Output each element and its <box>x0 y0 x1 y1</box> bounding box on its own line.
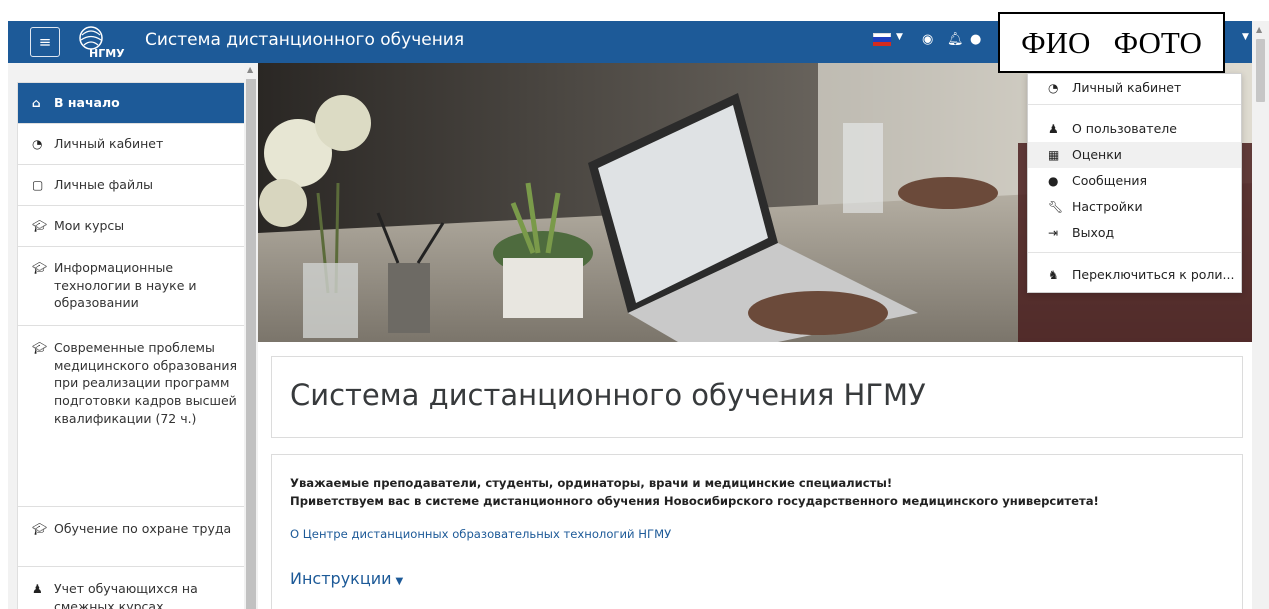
menu-item-messages[interactable]: ● Сообщения <box>1028 168 1241 194</box>
home-icon: ⌂ <box>32 96 41 110</box>
comment-icon[interactable]: ● <box>970 32 981 47</box>
site-title[interactable]: Система дистанционного обучения <box>145 30 464 50</box>
sidebar-item-label: Личный кабинет <box>54 136 164 151</box>
menu-item-label: О пользователе <box>1072 121 1177 136</box>
menu-item-label: Переключиться к роли... <box>1072 267 1235 282</box>
sidebar-item-course[interactable]: 🎓︎ Информационные технологии в науке и о… <box>18 247 253 326</box>
sidebar-item-my-courses[interactable]: 🎓︎ Мои курсы <box>18 206 253 247</box>
graduation-cap-icon: 🎓︎ <box>32 341 48 355</box>
sidebar-nav: ⌂ В начало ◔ Личный кабинет ▢ Личные фай… <box>17 82 254 609</box>
wrench-icon: 🔧︎ <box>1048 200 1064 214</box>
site-logo[interactable]: НГМУ <box>74 25 130 60</box>
sidebar-item-files[interactable]: ▢ Личные файлы <box>18 165 253 206</box>
user-icon: ♟ <box>32 582 43 596</box>
scroll-up-arrow-icon[interactable]: ▲ <box>247 65 253 74</box>
hamburger-icon[interactable]: ≡ <box>30 27 60 57</box>
graduation-cap-icon: 🎓︎ <box>32 261 48 275</box>
comment-icon: ● <box>1048 174 1059 188</box>
tachometer-icon: ◔ <box>32 137 43 151</box>
sidebar-item-label: В начало <box>54 95 120 110</box>
tachometer-icon: ◔ <box>1048 81 1059 95</box>
menu-item-label: Сообщения <box>1072 173 1148 188</box>
sidebar-item-label: Учет обучающихся на смежных курсах <box>54 581 198 609</box>
menu-item-preferences[interactable]: 🔧︎ Настройки <box>1028 194 1241 220</box>
caret-down-icon: ▼ <box>395 576 404 587</box>
sidebar-item-label: Обучение по охране труда <box>54 521 232 536</box>
welcome-line-2: Приветствуем вас в системе дистанционног… <box>290 494 1099 508</box>
welcome-line-1: Уважаемые преподаватели, студенты, ордин… <box>290 476 893 490</box>
sidebar-item-label: Мои курсы <box>54 218 125 233</box>
sidebar-item-label: Информационные технологии в науке и обра… <box>54 260 197 311</box>
menu-item-label: Оценки <box>1072 147 1122 162</box>
file-icon: ▢ <box>32 178 44 192</box>
graduation-cap-icon: 🎓︎ <box>32 219 48 233</box>
menu-divider <box>1028 252 1241 253</box>
menu-item-switch-role[interactable]: ♞ Переключиться к роли... <box>1028 262 1241 288</box>
sidebar-item-course[interactable]: 🎓︎ Современные проблемы медицинского обр… <box>18 326 253 507</box>
user-secret-icon: ♞ <box>1048 268 1059 282</box>
user-icon: ♟ <box>1048 122 1059 136</box>
sidebar-scrollbar-thumb[interactable] <box>246 79 256 609</box>
menu-divider <box>1028 104 1241 105</box>
logo-text: НГМУ <box>89 47 125 59</box>
graduation-cap-icon: 🎓︎ <box>32 522 48 536</box>
scroll-up-arrow-icon[interactable]: ▲ <box>1256 25 1262 34</box>
sidebar-item-enrollment[interactable]: ♟ Учет обучающихся на смежных курсах <box>18 567 253 609</box>
menu-item-logout[interactable]: ⇥ Выход <box>1028 220 1241 246</box>
sidebar-item-label: Личные файлы <box>54 177 153 192</box>
sidebar-item-dashboard[interactable]: ◔ Личный кабинет <box>18 124 253 165</box>
menu-item-label: Выход <box>1072 225 1115 240</box>
menu-item-grades[interactable]: ▦ Оценки <box>1028 142 1241 168</box>
user-dropdown-menu: ◔ Личный кабинет ♟ О пользователе ▦ Оцен… <box>1027 73 1242 293</box>
menu-item-dashboard[interactable]: ◔ Личный кабинет <box>1028 75 1241 101</box>
sign-out-icon: ⇥ <box>1048 226 1059 240</box>
language-caret-icon[interactable]: ▼ <box>896 32 903 42</box>
menu-item-label: Личный кабинет <box>1072 80 1182 95</box>
sidebar-item-label: Современные проблемы медицинского образо… <box>54 340 238 426</box>
sidebar-scrollbar[interactable]: ▲ <box>244 63 258 609</box>
table-icon: ▦ <box>1048 148 1060 162</box>
instructions-toggle[interactable]: Инструкции ▼ <box>290 569 403 588</box>
bell-icon[interactable]: 🔔︎ <box>947 32 964 47</box>
name-photo-overlay: ФИО ФОТО <box>998 12 1225 73</box>
sidebar-item-course[interactable]: 🎓︎ Обучение по охране труда <box>18 507 253 567</box>
russia-flag-icon[interactable] <box>873 33 891 46</box>
sidebar-item-home[interactable]: ⌂ В начало <box>18 83 253 124</box>
center-link[interactable]: О Центре дистанционных образовательных т… <box>290 527 671 541</box>
instructions-label: Инструкции <box>290 569 392 588</box>
eye-icon[interactable]: ◉ <box>922 32 933 47</box>
menu-item-profile[interactable]: ♟ О пользователе <box>1028 116 1241 142</box>
page-scrollbar-thumb[interactable] <box>1256 39 1265 102</box>
user-menu-caret-icon[interactable]: ▼ <box>1242 32 1249 42</box>
page-title: Система дистанционного обучения НГМУ <box>290 378 926 412</box>
menu-item-label: Настройки <box>1072 199 1143 214</box>
page-scrollbar[interactable]: ▲ <box>1252 21 1269 609</box>
